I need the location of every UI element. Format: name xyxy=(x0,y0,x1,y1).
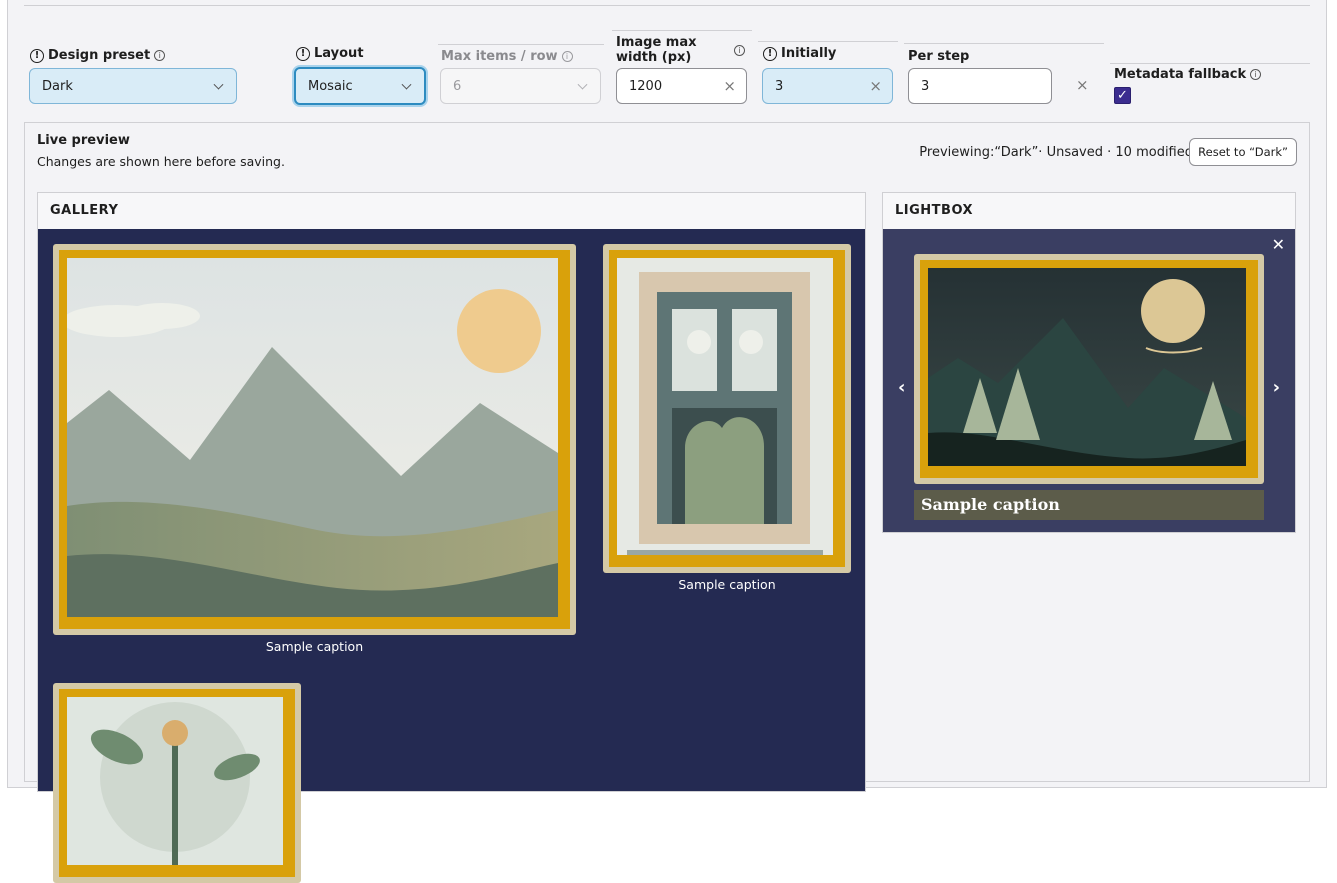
plant-image xyxy=(67,697,287,869)
divider xyxy=(24,5,1310,6)
field-divider xyxy=(612,30,752,31)
initially-input[interactable]: 3 × xyxy=(762,68,893,104)
max-items-label: Max items / row i xyxy=(441,49,573,64)
lightbox-image-frame xyxy=(914,254,1264,484)
lightbox-card: LIGHTBOX ✕ ‹ › Sample caption xyxy=(882,192,1296,533)
gallery-card: GALLERY Sample caption Sample caption xyxy=(37,192,866,883)
lightbox-caption: Sample caption xyxy=(914,490,1264,520)
field-divider xyxy=(1110,63,1310,64)
image-max-width-label: Image max width (px) xyxy=(616,35,697,65)
info-icon[interactable]: i xyxy=(1250,69,1262,80)
design-preset-label: ! Design preset i xyxy=(30,48,166,63)
gallery-item[interactable] xyxy=(53,244,576,635)
gallery-item[interactable] xyxy=(603,244,851,573)
layout-select[interactable]: Mosaic xyxy=(294,67,426,105)
info-icon: i xyxy=(561,51,573,62)
chevron-down-icon xyxy=(577,79,588,90)
info-icon[interactable]: i xyxy=(734,45,745,56)
max-items-select: 6 xyxy=(440,68,601,104)
clear-icon[interactable]: × xyxy=(1076,76,1089,94)
chevron-down-icon xyxy=(401,79,412,90)
clear-icon[interactable]: × xyxy=(723,77,736,95)
field-divider xyxy=(438,44,604,45)
image-max-width-input[interactable]: 1200 × xyxy=(616,68,747,104)
design-preset-select[interactable]: Dark xyxy=(29,68,237,104)
preview-subtitle: Changes are shown here before saving. xyxy=(37,154,285,169)
field-divider xyxy=(904,43,1104,44)
chevron-right-icon[interactable]: › xyxy=(1273,377,1280,398)
layout-label: ! Layout xyxy=(296,46,364,61)
gallery-item[interactable] xyxy=(53,683,301,883)
preview-title: Live preview xyxy=(37,133,130,148)
lightbox-body: ✕ ‹ › Sample caption xyxy=(883,229,1295,532)
preview-status: Previewing:“Dark”· Unsaved · 10 modified xyxy=(919,145,1193,160)
close-icon[interactable]: ✕ xyxy=(1272,235,1285,254)
info-icon[interactable]: i xyxy=(154,50,166,61)
warning-icon: ! xyxy=(763,46,777,61)
gallery-caption: Sample caption xyxy=(678,577,776,592)
reset-button[interactable]: Reset to “Dark” xyxy=(1189,138,1297,166)
warning-icon: ! xyxy=(296,46,310,61)
lightbox-heading: LIGHTBOX xyxy=(895,203,974,218)
chevron-left-icon[interactable]: ‹ xyxy=(898,377,905,398)
field-divider xyxy=(758,41,898,42)
chevron-down-icon xyxy=(213,79,224,90)
clear-icon[interactable]: × xyxy=(869,77,882,95)
landscape-image xyxy=(67,258,562,621)
metadata-fallback-checkbox[interactable]: ✓ xyxy=(1114,87,1131,104)
warning-icon: ! xyxy=(30,48,44,63)
metadata-fallback-label: Metadata fallback i xyxy=(1114,67,1262,82)
door-image xyxy=(617,258,837,559)
initially-label: ! Initially xyxy=(763,46,836,61)
per-step-input[interactable]: 3 xyxy=(908,68,1052,104)
night-landscape-image xyxy=(928,268,1250,470)
per-step-label: Per step xyxy=(908,49,970,64)
gallery-caption: Sample caption xyxy=(265,639,364,654)
gallery-heading: GALLERY xyxy=(50,203,119,218)
live-preview-panel: Live preview Changes are shown here befo… xyxy=(24,122,1310,883)
gallery-body: Sample caption Sample caption xyxy=(38,229,865,883)
